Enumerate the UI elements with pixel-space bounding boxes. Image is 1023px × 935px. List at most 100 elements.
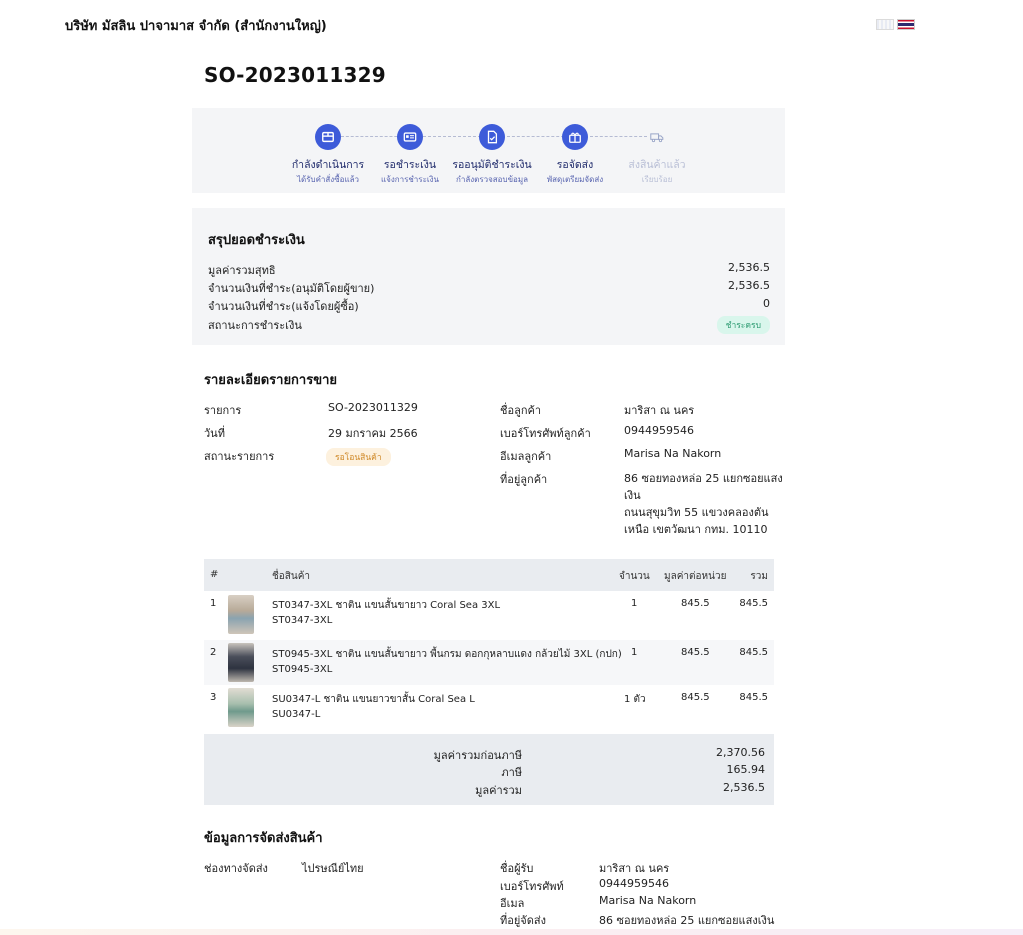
row-unit-price: 845.5	[681, 692, 710, 703]
detail-label: สถานะรายการ	[204, 450, 275, 463]
sale-details-title: รายละเอียดรายการขาย	[204, 373, 338, 388]
step-title: กำลังดำเนินการ	[291, 159, 365, 171]
shipping-value: 0944959546	[599, 877, 669, 890]
step-awaiting-payment: รอชำระเงิน แจ้งการชำระเงิน	[365, 124, 455, 186]
detail-value: 0944959546	[624, 424, 694, 437]
address-line: 86 ซอยทองหล่อ 25 แยกซอยแสง	[624, 472, 783, 485]
step-awaiting-approval: รออนุมัติชำระเงิน กำลังตรวจสอบข้อมูล	[447, 124, 537, 186]
payment-value: 0	[763, 297, 770, 310]
row-total: 845.5	[739, 647, 768, 658]
totals-value: 2,370.56	[716, 746, 765, 759]
header-total: รวม	[750, 571, 768, 582]
detail-value: SO-2023011329	[328, 401, 418, 414]
shipping-title: ข้อมูลการจัดส่งสินค้า	[204, 831, 323, 846]
top-bar: บริษัท มัสลิน ปาจามาส จำกัด (สำนักงานใหญ…	[0, 0, 1023, 44]
step-title: ส่งสินค้าแล้ว	[628, 159, 686, 171]
page-bottom-strip	[0, 929, 1023, 935]
step-subtitle: พัสดุเตรียมจัดส่ง	[546, 175, 604, 184]
step-awaiting-shipment: รอจัดส่ง พัสดุเตรียมจัดส่ง	[530, 124, 620, 186]
detail-label: วันที่	[204, 427, 225, 440]
shipping-label: ชื่อผู้รับ	[500, 862, 534, 875]
step-title: รอชำระเงิน	[383, 159, 437, 171]
detail-value: มาริสา ณ นคร	[624, 404, 695, 417]
row-total: 845.5	[739, 692, 768, 703]
payment-row: จำนวนเงินที่ชำระ(อนุมัติโดยผู้ขาย) 2,536…	[208, 279, 770, 297]
totals-label: มูลค่ารวมก่อนภาษี	[433, 749, 522, 762]
detail-label: อีเมลลูกค้า	[500, 450, 552, 463]
shipping-label: เบอร์โทรศัพท์	[500, 880, 564, 893]
payment-summary-title: สรุปยอดชำระเงิน	[208, 233, 305, 248]
totals-value: 2,536.5	[723, 781, 765, 794]
product-thumbnail	[228, 595, 254, 634]
table-header: # ชื่อสินค้า จำนวน มูลค่าต่อหน่วย รวม	[204, 559, 774, 591]
header-unit-price: มูลค่าต่อหน่วย	[664, 571, 727, 582]
product-name: SU0347-L ชาติน แขนยาวขาสั้น Coral Sea L	[272, 694, 475, 705]
header-name: ชื่อสินค้า	[272, 571, 311, 582]
payment-summary: สรุปยอดชำระเงิน มูลค่ารวมสุทธิ 2,536.5 จ…	[192, 208, 785, 345]
thai-flag-icon[interactable]	[897, 19, 915, 30]
product-sku: ST0945-3XL	[272, 664, 333, 675]
row-index: 2	[210, 647, 217, 658]
step-processing: กำลังดำเนินการ ได้รับคำสั่งซื้อแล้ว	[283, 124, 373, 186]
payment-row: จำนวนเงินที่ชำระ(แจ้งโดยผู้ซื้อ) 0	[208, 297, 770, 315]
detail-label: ชื่อลูกค้า	[500, 404, 542, 417]
payment-label: มูลค่ารวมสุทธิ	[208, 264, 276, 277]
step-title: รออนุมัติชำระเงิน	[452, 159, 532, 171]
product-sku: SU0347-L	[272, 709, 321, 720]
address-line: ถนนสุขุมวิท 55 แขวงคลองตัน	[624, 506, 769, 519]
language-switcher	[876, 19, 915, 30]
header-index: #	[210, 569, 219, 580]
address-line: เงิน	[624, 489, 641, 502]
detail-label: เบอร์โทรศัพท์ลูกค้า	[500, 427, 591, 440]
payment-value: 2,536.5	[728, 279, 770, 292]
table-row: 2 ST0945-3XL ชาติน แขนสั้นขายาว พื้นกรม …	[204, 640, 774, 685]
detail-label: ที่อยู่ลูกค้า	[500, 473, 548, 486]
order-number-title: SO-2023011329	[204, 63, 386, 87]
detail-label: รายการ	[204, 404, 242, 417]
step-subtitle: แจ้งการชำระเงิน	[380, 175, 439, 184]
english-flag-icon[interactable]	[876, 19, 894, 30]
payment-label: จำนวนเงินที่ชำระ(แจ้งโดยผู้ซื้อ)	[208, 300, 359, 313]
payment-value: 2,536.5	[728, 261, 770, 274]
product-sku: ST0347-3XL	[272, 615, 333, 626]
truck-icon	[644, 124, 670, 150]
product-thumbnail	[228, 688, 254, 727]
table-row: 1 ST0347-3XL ชาติน แขนสั้นขายาว Coral Se…	[204, 591, 774, 640]
order-progress-steps: กำลังดำเนินการ ได้รับคำสั่งซื้อแล้ว รอชำ…	[192, 108, 785, 193]
row-total: 845.5	[739, 598, 768, 609]
row-index: 3	[210, 692, 217, 703]
payment-status-label: สถานะการชำระเงิน	[208, 319, 302, 332]
payment-status-row: สถานะการชำระเงิน ชำระครบ	[208, 316, 770, 334]
items-table: # ชื่อสินค้า จำนวน มูลค่าต่อหน่วย รวม 1 …	[204, 559, 774, 734]
detail-value: 29 มกราคม 2566	[328, 427, 418, 440]
row-unit-price: 845.5	[681, 647, 710, 658]
company-name: บริษัท มัสลิน ปาจามาส จำกัด (สำนักงานใหญ…	[65, 19, 327, 34]
totals-value: 165.94	[726, 763, 766, 776]
shipping-label: อีเมล	[500, 897, 525, 910]
address-line: เหนือ เขตวัฒนา กทม. 10110	[624, 523, 768, 536]
order-totals: มูลค่ารวมก่อนภาษี 2,370.56 ภาษี 165.94 ม…	[204, 734, 774, 805]
row-qty: 1 ตัว	[624, 694, 646, 705]
step-subtitle: เรียบร้อย	[641, 175, 673, 184]
header-qty: จำนวน	[619, 571, 650, 582]
shipping-channel-label: ช่องทางจัดส่ง	[204, 862, 268, 875]
shipping-value: 86 ซอยทองหล่อ 25 แยกซอยแสงเงิน	[599, 914, 775, 927]
product-thumbnail	[228, 643, 254, 682]
payment-status-badge: ชำระครบ	[716, 316, 770, 334]
sale-status-badge: รอโอนสินค้า	[326, 448, 391, 466]
step-title: รอจัดส่ง	[556, 159, 594, 171]
step-subtitle: กำลังตรวจสอบข้อมูล	[455, 175, 529, 184]
sale-status-text: รอโอนสินค้า	[326, 448, 391, 466]
row-index: 1	[210, 598, 217, 609]
row-qty: 1	[631, 598, 638, 609]
box-icon	[315, 124, 341, 150]
payment-label: จำนวนเงินที่ชำระ(อนุมัติโดยผู้ขาย)	[208, 282, 375, 295]
shipping-channel-value: ไปรษณีย์ไทย	[302, 862, 364, 875]
step-subtitle: ได้รับคำสั่งซื้อแล้ว	[296, 175, 359, 184]
product-name: ST0347-3XL ชาติน แขนสั้นขายาว Coral Sea …	[272, 600, 501, 611]
table-row: 3 SU0347-L ชาติน แขนยาวขาสั้น Coral Sea …	[204, 685, 774, 734]
product-name: ST0945-3XL ชาติน แขนสั้นขายาว พื้นกรม ดอ…	[272, 649, 622, 660]
shipping-value: Marisa Na Nakorn	[599, 894, 697, 907]
card-icon	[397, 124, 423, 150]
step-shipped: ส่งสินค้าแล้ว เรียบร้อย	[612, 124, 702, 186]
